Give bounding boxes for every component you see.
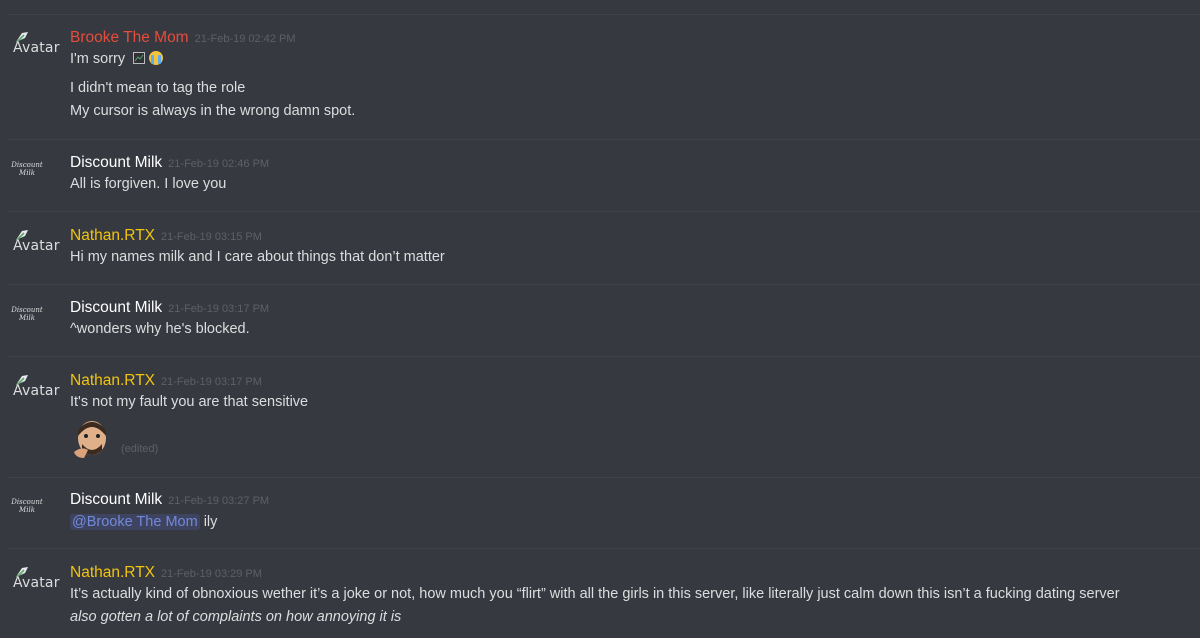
avatar-broken-image[interactable]: Avatar [11, 229, 61, 269]
username[interactable]: Discount Milk [70, 299, 162, 316]
avatar-alt-text: Avatar [13, 40, 60, 56]
avatar-broken-image[interactable]: Avatar [11, 566, 61, 606]
message-divider [8, 211, 1200, 212]
message-text: @Brooke The Mom ily [70, 514, 217, 530]
message-header: Discount Milk 21-Feb-19 02:46 PM [70, 154, 269, 172]
username[interactable]: Brooke The Mom [70, 29, 189, 46]
avatar-broken-image[interactable]: Avatar [11, 31, 61, 71]
message-divider [8, 548, 1200, 549]
chat-log: Avatar Brooke The Mom 21-Feb-19 02:42 PM … [0, 0, 1200, 638]
message-text-content: ily [203, 514, 218, 530]
message-header: Brooke The Mom 21-Feb-19 02:42 PM [70, 29, 296, 47]
message-header: Discount Milk 21-Feb-19 03:17 PM [70, 299, 269, 317]
message-divider [8, 356, 1200, 357]
avatar-alt-text: Avatar [13, 238, 60, 254]
username[interactable]: Nathan.RTX [70, 227, 155, 244]
message-header: Nathan.RTX 21-Feb-19 03:15 PM [70, 227, 262, 245]
message-text: ^wonders why he's blocked. [70, 321, 250, 337]
message-text: It's not my fault you are that sensitive [70, 394, 309, 410]
message-text: It’s actually kind of obnoxious wether i… [70, 586, 1120, 602]
timestamp: 21-Feb-19 02:46 PM [168, 158, 270, 170]
broken-image-icon [133, 52, 146, 64]
timestamp: 21-Feb-19 03:27 PM [168, 495, 270, 507]
message-text: I'm sorry [70, 51, 164, 67]
timestamp: 21-Feb-19 03:17 PM [168, 303, 270, 315]
message-text-content: I'm sorry [70, 51, 126, 67]
timestamp: 21-Feb-19 03:17 PM [161, 376, 262, 388]
avatar-alt-text: Avatar [13, 575, 60, 591]
user-mention[interactable]: @Brooke The Mom [70, 514, 200, 530]
avatar-alt-text: Avatar [13, 383, 60, 399]
message-header: Discount Milk 21-Feb-19 03:27 PM [70, 491, 269, 509]
message-text: Hi my names milk and I care about things… [70, 249, 445, 265]
edited-label: (edited) [121, 443, 159, 455]
message-header: Nathan.RTX 21-Feb-19 03:29 PM [70, 564, 262, 582]
sob-emoji-icon [149, 51, 164, 65]
avatar[interactable]: Discount Milk [10, 306, 44, 346]
timestamp: 21-Feb-19 02:42 PM [194, 33, 296, 45]
username[interactable]: Nathan.RTX [70, 564, 155, 581]
username[interactable]: Discount Milk [70, 154, 162, 171]
avatar[interactable]: Discount Milk [10, 161, 44, 201]
message-header: Nathan.RTX 21-Feb-19 03:17 PM [70, 372, 262, 390]
message-text: All is forgiven. I love you [70, 176, 227, 192]
avatar-broken-image[interactable]: Avatar [11, 374, 61, 414]
message-divider [8, 139, 1200, 140]
timestamp: 21-Feb-19 03:15 PM [161, 231, 262, 243]
username[interactable]: Discount Milk [70, 491, 162, 508]
message-divider [8, 284, 1200, 285]
message-text: also gotten a lot of complaints on how a… [70, 609, 402, 625]
message-divider [8, 14, 1200, 15]
message-divider [8, 477, 1200, 478]
timestamp: 21-Feb-19 03:29 PM [161, 568, 262, 580]
message-text: My cursor is always in the wrong damn sp… [70, 103, 356, 119]
message-text: I didn't mean to tag the role [70, 80, 246, 96]
username[interactable]: Nathan.RTX [70, 372, 155, 389]
thinking-face-custom-emoji-icon[interactable] [70, 416, 114, 460]
avatar[interactable]: Discount Milk [10, 498, 44, 538]
